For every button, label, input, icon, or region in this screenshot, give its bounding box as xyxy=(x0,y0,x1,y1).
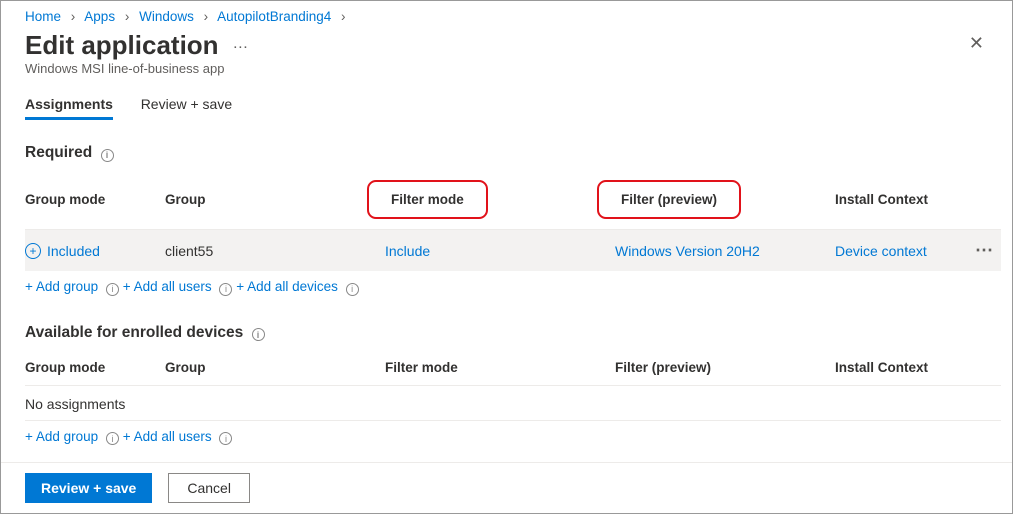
col-filter-preview: Filter (preview) xyxy=(615,350,835,386)
info-icon[interactable]: i xyxy=(346,283,359,296)
col-group: Group xyxy=(165,350,385,386)
table-row-empty: No assignments xyxy=(25,385,1001,420)
available-assignments-table: Group mode Group Filter mode Filter (pre… xyxy=(25,350,1001,421)
breadcrumb-home[interactable]: Home xyxy=(25,9,61,24)
context-menu-icon[interactable]: … xyxy=(232,35,249,52)
install-context-link[interactable]: Device context xyxy=(835,243,927,259)
col-filter-mode: Filter mode xyxy=(385,350,615,386)
table-row[interactable]: + Included client55 Include Windows Vers… xyxy=(25,230,1001,272)
breadcrumb-current[interactable]: AutopilotBranding4 xyxy=(217,9,331,24)
section-available-title: Available for enrolled devices i xyxy=(25,324,988,342)
info-icon[interactable]: i xyxy=(252,328,265,341)
page-subtitle: Windows MSI line-of-business app xyxy=(1,61,1012,90)
review-save-button[interactable]: Review + save xyxy=(25,473,152,503)
chevron-right-icon: › xyxy=(71,9,76,24)
info-icon[interactable]: i xyxy=(101,149,114,162)
col-group: Group xyxy=(165,170,385,230)
group-mode-included: + Included xyxy=(25,243,100,259)
filter-mode-link[interactable]: Include xyxy=(385,243,430,259)
chevron-right-icon: › xyxy=(125,9,130,24)
add-group-link[interactable]: + Add group xyxy=(25,429,98,444)
footer-bar: Review + save Cancel xyxy=(1,462,1012,513)
breadcrumb: Home › Apps › Windows › AutopilotBrandin… xyxy=(1,1,1012,24)
col-filter-preview: Filter (preview) xyxy=(615,170,835,230)
chevron-right-icon: › xyxy=(341,9,346,24)
info-icon[interactable]: i xyxy=(106,283,119,296)
add-all-devices-link[interactable]: + Add all devices xyxy=(236,279,338,294)
breadcrumb-apps[interactable]: Apps xyxy=(84,9,115,24)
group-name: client55 xyxy=(165,230,385,272)
plus-circle-icon: + xyxy=(25,243,41,259)
col-install-context: Install Context xyxy=(835,170,975,230)
available-add-actions: + Add group i + Add all users i xyxy=(25,421,988,456)
close-icon[interactable]: ✕ xyxy=(961,29,992,58)
tab-review-save[interactable]: Review + save xyxy=(141,90,232,120)
page-title: Edit application xyxy=(25,30,219,61)
required-assignments-table: Group mode Group Filter mode Filter (pre… xyxy=(25,170,1001,271)
col-group-mode: Group mode xyxy=(25,350,165,386)
col-group-mode: Group mode xyxy=(25,170,165,230)
info-icon[interactable]: i xyxy=(219,432,232,445)
filter-preview-link[interactable]: Windows Version 20H2 xyxy=(615,243,760,259)
chevron-right-icon: › xyxy=(204,9,209,24)
row-menu-icon[interactable]: ⋯ xyxy=(975,240,1001,260)
info-icon[interactable]: i xyxy=(219,283,232,296)
section-required-title: Required i xyxy=(25,144,988,162)
cancel-button[interactable]: Cancel xyxy=(168,473,250,503)
required-add-actions: + Add group i + Add all users i + Add al… xyxy=(25,271,988,306)
breadcrumb-windows[interactable]: Windows xyxy=(139,9,194,24)
add-all-users-link[interactable]: + Add all users xyxy=(123,429,212,444)
tab-assignments[interactable]: Assignments xyxy=(25,90,113,120)
col-install-context: Install Context xyxy=(835,350,975,386)
col-filter-mode: Filter mode xyxy=(385,170,615,230)
add-group-link[interactable]: + Add group xyxy=(25,279,98,294)
info-icon[interactable]: i xyxy=(106,432,119,445)
tab-bar: Assignments Review + save xyxy=(1,90,1012,120)
add-all-users-link[interactable]: + Add all users xyxy=(123,279,212,294)
